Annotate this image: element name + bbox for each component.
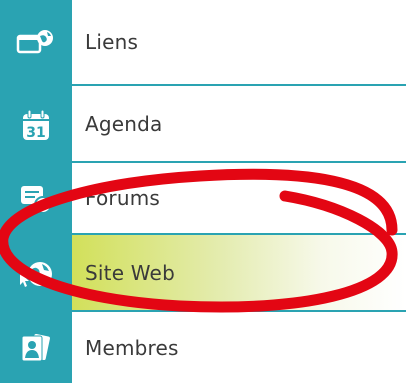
forum-chat-icon	[0, 163, 72, 235]
app-window: Liens 31 Agenda Forums Site Web Membres	[0, 0, 406, 383]
menu-item-site-web-area: Site Web	[72, 235, 406, 312]
menu-item-label: Forums	[85, 186, 161, 210]
menu-item-forums[interactable]: Forums	[0, 163, 406, 235]
menu-item-label: Agenda	[85, 111, 163, 136]
menu-item-site-web[interactable]: Site Web	[0, 235, 406, 312]
menu-item-membres-area: Membres	[72, 312, 406, 383]
menu-item-label: Liens	[85, 30, 139, 54]
menu-item-label: Site Web	[85, 260, 175, 285]
menu-item-liens[interactable]: Liens	[0, 0, 406, 86]
calendar-31-icon: 31	[0, 86, 72, 163]
menu-item-forums-area: Forums	[72, 163, 406, 235]
member-cards-icon	[0, 312, 72, 383]
menu-item-label: Membres	[85, 335, 179, 360]
menu-item-liens-area: Liens	[72, 0, 406, 86]
calendar-day-text: 31	[26, 125, 45, 141]
menu-item-agenda-area: Agenda	[72, 86, 406, 163]
menu-item-agenda[interactable]: 31 Agenda	[0, 86, 406, 163]
menu-item-membres[interactable]: Membres	[0, 312, 406, 383]
window-globe-icon	[0, 0, 72, 86]
side-menu: Liens 31 Agenda Forums Site Web Membres	[0, 0, 406, 383]
globe-cursor-icon	[0, 235, 72, 312]
